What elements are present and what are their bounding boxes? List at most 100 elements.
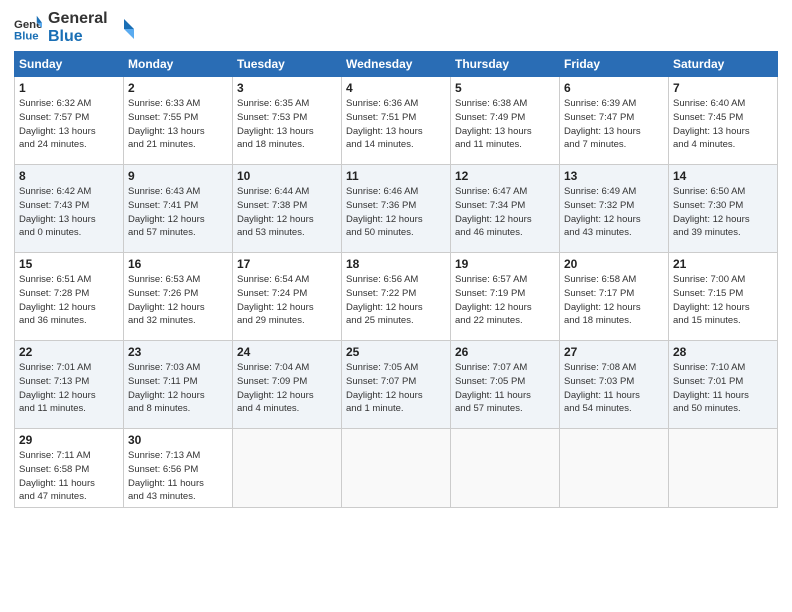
day-info: Sunrise: 7:08 AMSunset: 7:03 PMDaylight:… <box>564 361 664 416</box>
col-header-saturday: Saturday <box>669 52 778 77</box>
day-number: 19 <box>455 257 555 271</box>
day-number: 18 <box>346 257 446 271</box>
day-number: 28 <box>673 345 773 359</box>
day-info: Sunrise: 7:01 AMSunset: 7:13 PMDaylight:… <box>19 361 119 416</box>
day-info: Sunrise: 7:05 AMSunset: 7:07 PMDaylight:… <box>346 361 446 416</box>
calendar-cell: 14 Sunrise: 6:50 AMSunset: 7:30 PMDayligh… <box>669 165 778 253</box>
col-header-monday: Monday <box>124 52 233 77</box>
calendar-cell: 13Sunrise: 6:49 AMSunset: 7:32 PMDayligh… <box>560 165 669 253</box>
calendar-cell: 26 Sunrise: 7:07 AMSunset: 7:05 PMDayligh… <box>451 341 560 429</box>
day-number: 1 <box>19 81 119 95</box>
day-number: 23 <box>128 345 228 359</box>
calendar-cell: 17 Sunrise: 6:54 AMSunset: 7:24 PMDayligh… <box>233 253 342 341</box>
calendar-cell: 20Sunrise: 6:58 AMSunset: 7:17 PMDayligh… <box>560 253 669 341</box>
calendar-cell <box>560 429 669 508</box>
calendar-header-row: SundayMondayTuesdayWednesdayThursdayFrid… <box>15 52 778 77</box>
col-header-tuesday: Tuesday <box>233 52 342 77</box>
day-info: Sunrise: 6:47 AMSunset: 7:34 PMDaylight:… <box>455 185 555 240</box>
calendar-cell: 22 Sunrise: 7:01 AMSunset: 7:13 PMDayligh… <box>15 341 124 429</box>
calendar-cell: 27 Sunrise: 7:08 AMSunset: 7:03 PMDayligh… <box>560 341 669 429</box>
calendar-cell: 3 Sunrise: 6:35 AMSunset: 7:53 PMDaylight… <box>233 77 342 165</box>
day-info: Sunrise: 7:04 AMSunset: 7:09 PMDaylight:… <box>237 361 337 416</box>
calendar-week-row: 22 Sunrise: 7:01 AMSunset: 7:13 PMDayligh… <box>15 341 778 429</box>
day-info: Sunrise: 7:10 AMSunset: 7:01 PMDaylight:… <box>673 361 773 416</box>
day-number: 26 <box>455 345 555 359</box>
day-number: 2 <box>128 81 228 95</box>
day-number: 10 <box>237 169 337 183</box>
calendar-week-row: 8 Sunrise: 6:42 AMSunset: 7:43 PMDaylight… <box>15 165 778 253</box>
svg-text:Blue: Blue <box>14 30 39 42</box>
calendar-week-row: 29Sunrise: 7:11 AMSunset: 6:58 PMDayligh… <box>15 429 778 508</box>
calendar-cell: 28 Sunrise: 7:10 AMSunset: 7:01 PMDayligh… <box>669 341 778 429</box>
day-number: 15 <box>19 257 119 271</box>
calendar-cell: 7Sunrise: 6:40 AMSunset: 7:45 PMDaylight… <box>669 77 778 165</box>
calendar-week-row: 1 Sunrise: 6:32 AMSunset: 7:57 PMDaylight… <box>15 77 778 165</box>
day-number: 4 <box>346 81 446 95</box>
day-info: Sunrise: 6:39 AMSunset: 7:47 PMDaylight:… <box>564 97 664 152</box>
day-number: 8 <box>19 169 119 183</box>
calendar-cell: 4 Sunrise: 6:36 AMSunset: 7:51 PMDaylight… <box>342 77 451 165</box>
day-info: Sunrise: 7:00 AMSunset: 7:15 PMDaylight:… <box>673 273 773 328</box>
day-number: 30 <box>128 433 228 447</box>
calendar-cell: 5Sunrise: 6:38 AMSunset: 7:49 PMDaylight… <box>451 77 560 165</box>
calendar-cell: 6 Sunrise: 6:39 AMSunset: 7:47 PMDaylight… <box>560 77 669 165</box>
calendar-cell: 12 Sunrise: 6:47 AMSunset: 7:34 PMDayligh… <box>451 165 560 253</box>
col-header-thursday: Thursday <box>451 52 560 77</box>
calendar-cell: 19 Sunrise: 6:57 AMSunset: 7:19 PMDayligh… <box>451 253 560 341</box>
day-info: Sunrise: 6:50 AMSunset: 7:30 PMDaylight:… <box>673 185 773 240</box>
day-info: Sunrise: 7:13 AMSunset: 6:56 PMDaylight:… <box>128 449 228 504</box>
day-info: Sunrise: 6:32 AMSunset: 7:57 PMDaylight:… <box>19 97 119 152</box>
calendar-cell <box>451 429 560 508</box>
day-number: 27 <box>564 345 664 359</box>
day-number: 17 <box>237 257 337 271</box>
day-info: Sunrise: 6:56 AMSunset: 7:22 PMDaylight:… <box>346 273 446 328</box>
calendar-cell <box>342 429 451 508</box>
day-number: 6 <box>564 81 664 95</box>
calendar-table: SundayMondayTuesdayWednesdayThursdayFrid… <box>14 51 778 508</box>
col-header-wednesday: Wednesday <box>342 52 451 77</box>
calendar-cell: 9 Sunrise: 6:43 AMSunset: 7:41 PMDaylight… <box>124 165 233 253</box>
calendar-cell: 18 Sunrise: 6:56 AMSunset: 7:22 PMDayligh… <box>342 253 451 341</box>
day-info: Sunrise: 7:03 AMSunset: 7:11 PMDaylight:… <box>128 361 228 416</box>
day-info: Sunrise: 6:42 AMSunset: 7:43 PMDaylight:… <box>19 185 119 240</box>
page-header: General Blue General Blue <box>14 10 778 45</box>
logo-general: General <box>48 10 108 28</box>
day-number: 24 <box>237 345 337 359</box>
day-info: Sunrise: 6:46 AMSunset: 7:36 PMDaylight:… <box>346 185 446 240</box>
calendar-cell: 21 Sunrise: 7:00 AMSunset: 7:15 PMDayligh… <box>669 253 778 341</box>
calendar-cell: 15Sunrise: 6:51 AMSunset: 7:28 PMDayligh… <box>15 253 124 341</box>
day-info: Sunrise: 6:54 AMSunset: 7:24 PMDaylight:… <box>237 273 337 328</box>
day-number: 20 <box>564 257 664 271</box>
day-info: Sunrise: 6:43 AMSunset: 7:41 PMDaylight:… <box>128 185 228 240</box>
day-number: 14 <box>673 169 773 183</box>
logo-icon: General Blue <box>14 14 42 42</box>
day-number: 29 <box>19 433 119 447</box>
day-number: 13 <box>564 169 664 183</box>
day-info: Sunrise: 6:57 AMSunset: 7:19 PMDaylight:… <box>455 273 555 328</box>
day-info: Sunrise: 6:38 AMSunset: 7:49 PMDaylight:… <box>455 97 555 152</box>
day-info: Sunrise: 6:53 AMSunset: 7:26 PMDaylight:… <box>128 273 228 328</box>
day-info: Sunrise: 6:36 AMSunset: 7:51 PMDaylight:… <box>346 97 446 152</box>
day-number: 25 <box>346 345 446 359</box>
calendar-cell: 8 Sunrise: 6:42 AMSunset: 7:43 PMDaylight… <box>15 165 124 253</box>
day-number: 22 <box>19 345 119 359</box>
day-info: Sunrise: 6:44 AMSunset: 7:38 PMDaylight:… <box>237 185 337 240</box>
day-number: 21 <box>673 257 773 271</box>
calendar-cell: 11Sunrise: 6:46 AMSunset: 7:36 PMDayligh… <box>342 165 451 253</box>
calendar-cell: 30 Sunrise: 7:13 AMSunset: 6:56 PMDayligh… <box>124 429 233 508</box>
calendar-cell: 1 Sunrise: 6:32 AMSunset: 7:57 PMDaylight… <box>15 77 124 165</box>
calendar-cell <box>669 429 778 508</box>
col-header-sunday: Sunday <box>15 52 124 77</box>
calendar-cell: 29Sunrise: 7:11 AMSunset: 6:58 PMDayligh… <box>15 429 124 508</box>
day-number: 12 <box>455 169 555 183</box>
calendar-week-row: 15Sunrise: 6:51 AMSunset: 7:28 PMDayligh… <box>15 253 778 341</box>
day-info: Sunrise: 6:35 AMSunset: 7:53 PMDaylight:… <box>237 97 337 152</box>
logo-triangle-icon <box>112 17 134 39</box>
day-number: 3 <box>237 81 337 95</box>
day-number: 7 <box>673 81 773 95</box>
calendar-cell: 23 Sunrise: 7:03 AMSunset: 7:11 PMDayligh… <box>124 341 233 429</box>
day-info: Sunrise: 7:07 AMSunset: 7:05 PMDaylight:… <box>455 361 555 416</box>
logo-blue: Blue <box>48 28 108 46</box>
col-header-friday: Friday <box>560 52 669 77</box>
day-number: 9 <box>128 169 228 183</box>
